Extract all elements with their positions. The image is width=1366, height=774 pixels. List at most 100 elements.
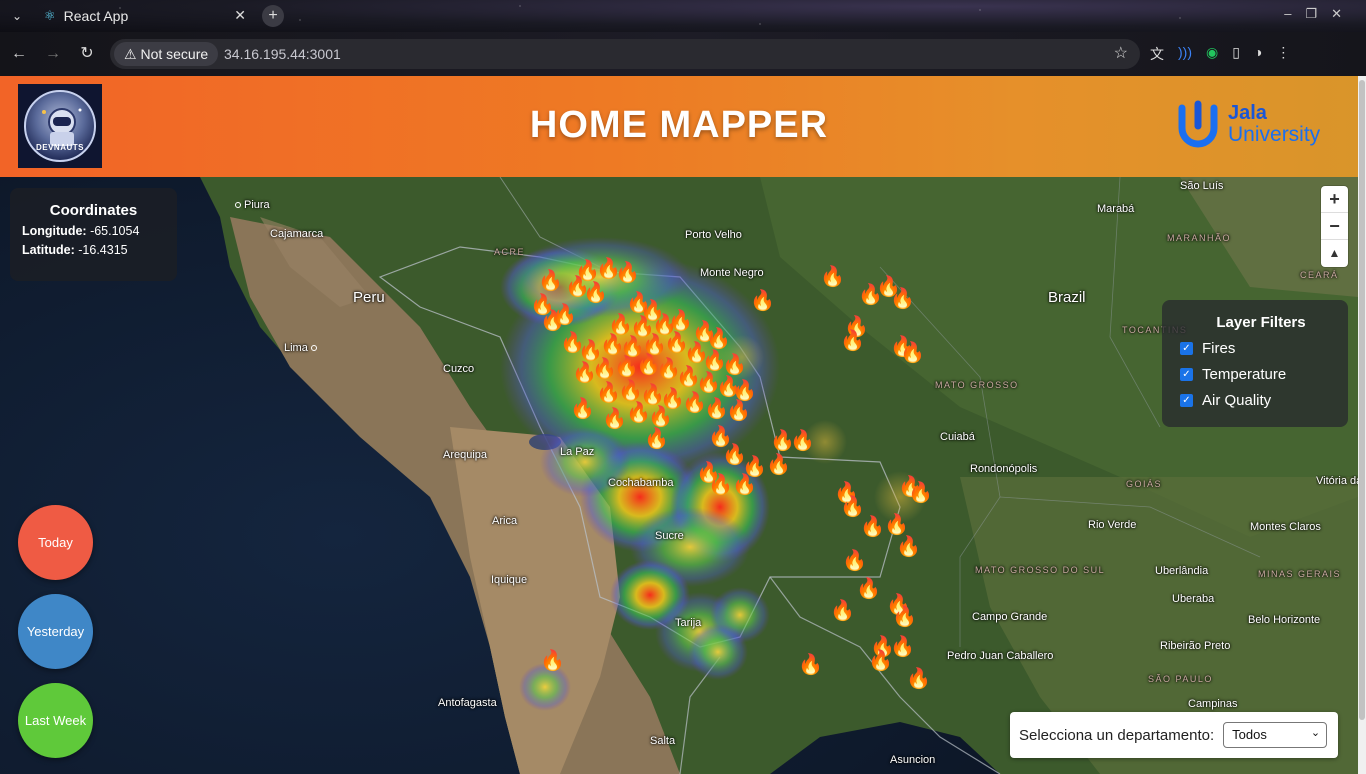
city-label: Rondonópolis xyxy=(970,463,1038,475)
profile-avatar[interactable]: ◑ xyxy=(1254,44,1262,64)
city-label: Rio Verde xyxy=(1088,519,1137,531)
latitude-label: Latitude: xyxy=(22,243,75,257)
city-label: Montes Claros xyxy=(1250,521,1321,533)
partner-name-2: University xyxy=(1228,123,1321,146)
fire-icon[interactable]: 🔥 xyxy=(708,475,733,495)
country-label: Peru xyxy=(353,289,385,306)
fire-icon[interactable]: 🔥 xyxy=(732,475,757,495)
fire-icon[interactable]: 🔥 xyxy=(840,331,865,351)
map-view[interactable]: Piura Cajamarca Lima Cuzco Arequipa La P… xyxy=(0,177,1358,774)
fire-icon[interactable]: 🔥 xyxy=(583,283,608,303)
security-badge[interactable]: ⚠ Not secure xyxy=(114,42,219,66)
fire-icon[interactable]: 🔥 xyxy=(884,515,909,535)
tab-search-icon[interactable]: ⌄ xyxy=(6,6,28,26)
fire-icon[interactable]: 🔥 xyxy=(706,329,731,349)
fire-icon[interactable]: 🔥 xyxy=(830,601,855,621)
fire-icon[interactable]: 🔥 xyxy=(540,651,565,671)
fire-icon[interactable]: 🔥 xyxy=(722,355,747,375)
city-label: Pedro Juan Caballero xyxy=(947,650,1054,662)
fire-icon[interactable]: 🔥 xyxy=(648,407,673,427)
fire-icon[interactable]: 🔥 xyxy=(644,429,669,449)
address-bar[interactable]: ⚠ Not secure 34.16.195.44:3001 ☆ xyxy=(110,39,1140,69)
fire-icon[interactable]: 🔥 xyxy=(840,497,865,517)
fire-icon[interactable]: 🔥 xyxy=(842,551,867,571)
translate-icon[interactable]: 文 xyxy=(1150,44,1164,64)
fires-checkbox[interactable]: ✓ xyxy=(1180,342,1193,355)
latitude-value: -16.4315 xyxy=(78,243,128,257)
city-label: Ribeirão Preto xyxy=(1160,640,1231,652)
fire-icon[interactable]: 🔥 xyxy=(890,289,915,309)
latitude-row: Latitude: -16.4315 xyxy=(22,243,177,257)
country-label: Brazil xyxy=(1048,289,1086,306)
city-label: Asuncion xyxy=(890,754,936,766)
menu-dots-icon[interactable]: ⋮ xyxy=(1276,44,1290,64)
grammarly-icon[interactable]: ◉ xyxy=(1206,44,1218,64)
layer-label: Temperature xyxy=(1202,366,1287,383)
layer-filters-title: Layer Filters xyxy=(1216,314,1306,331)
layer-label: Air Quality xyxy=(1202,392,1272,409)
sound-icon[interactable]: ))) xyxy=(1178,44,1192,64)
back-arrow-icon[interactable]: ← xyxy=(8,43,30,65)
fire-icon[interactable]: 🔥 xyxy=(908,483,933,503)
department-selector: Selecciona un departamento: Todos ⌄ xyxy=(1010,712,1338,758)
fire-icon[interactable]: 🔥 xyxy=(732,381,757,401)
fire-icon[interactable]: 🔥 xyxy=(906,669,931,689)
reload-icon[interactable]: ↻ xyxy=(76,43,98,65)
region-label: SÃO PAULO xyxy=(1148,674,1213,684)
fire-icon[interactable]: 🔥 xyxy=(750,291,775,311)
layer-fires[interactable]: ✓ Fires xyxy=(1180,340,1348,357)
fire-icon[interactable]: 🔥 xyxy=(820,267,845,287)
fire-icon[interactable]: 🔥 xyxy=(552,305,577,325)
fire-icon[interactable]: 🔥 xyxy=(900,343,925,363)
forward-arrow-icon[interactable]: → xyxy=(42,43,64,65)
fire-icon[interactable]: 🔥 xyxy=(790,431,815,451)
region-label: ACRE xyxy=(494,247,526,257)
layer-temperature[interactable]: ✓ Temperature xyxy=(1180,366,1348,383)
window-controls[interactable]: –❐✕ xyxy=(1284,6,1356,22)
url-text[interactable]: 34.16.195.44:3001 xyxy=(224,39,341,69)
temperature-checkbox[interactable]: ✓ xyxy=(1180,368,1193,381)
scrollbar-thumb[interactable] xyxy=(1359,80,1365,720)
air-quality-checkbox[interactable]: ✓ xyxy=(1180,394,1193,407)
fire-icon[interactable]: 🔥 xyxy=(766,455,791,475)
fire-icon[interactable]: 🔥 xyxy=(602,409,627,429)
new-tab-button[interactable]: + xyxy=(262,5,284,27)
react-icon: ⚛ xyxy=(44,8,56,23)
fire-icon[interactable]: 🔥 xyxy=(668,311,693,331)
bookmark-star-icon[interactable]: ☆ xyxy=(1114,39,1128,69)
zoom-control: + − ▲ xyxy=(1321,186,1348,267)
fire-icon[interactable]: 🔥 xyxy=(892,607,917,627)
browser-tab[interactable]: ⚛ React App ✕ xyxy=(34,2,256,30)
today-button[interactable]: Today xyxy=(18,505,93,580)
close-icon[interactable]: ✕ xyxy=(234,7,246,24)
fire-icon[interactable]: 🔥 xyxy=(726,401,751,421)
map-terrain xyxy=(200,177,1358,774)
city-label: Tarija xyxy=(675,617,702,629)
city-label: Lima xyxy=(284,342,320,354)
city-label: Iquique xyxy=(491,574,528,586)
fire-icon[interactable]: 🔥 xyxy=(868,651,893,671)
zoom-in-button[interactable]: + xyxy=(1321,186,1348,213)
department-dropdown[interactable]: Todos ⌄ xyxy=(1223,722,1328,748)
fire-icon[interactable]: 🔥 xyxy=(615,263,640,283)
page-scrollbar[interactable] xyxy=(1358,76,1366,774)
compass-reset-button[interactable]: ▲ xyxy=(1321,240,1348,267)
fire-icon[interactable]: 🔥 xyxy=(856,579,881,599)
last-week-button[interactable]: Last Week xyxy=(18,683,93,758)
city-label: Arica xyxy=(492,515,518,527)
yesterday-button[interactable]: Yesterday xyxy=(18,594,93,669)
fire-icon[interactable]: 🔥 xyxy=(570,399,595,419)
layer-air-quality[interactable]: ✓ Air Quality xyxy=(1180,392,1348,409)
fire-icon[interactable]: 🔥 xyxy=(890,637,915,657)
city-label: La Paz xyxy=(560,446,595,458)
fire-icon[interactable]: 🔥 xyxy=(896,537,921,557)
city-label: Uberaba xyxy=(1172,593,1215,605)
extensions-icon[interactable]: ▯ xyxy=(1232,44,1240,64)
region-label: MINAS GERAIS xyxy=(1258,569,1342,579)
city-label: Cajamarca xyxy=(270,228,324,240)
fire-icon[interactable]: 🔥 xyxy=(538,271,563,291)
zoom-out-button[interactable]: − xyxy=(1321,213,1348,240)
page-title: HOME MAPPER xyxy=(529,104,829,146)
fire-icon[interactable]: 🔥 xyxy=(860,517,885,537)
fire-icon[interactable]: 🔥 xyxy=(798,655,823,675)
